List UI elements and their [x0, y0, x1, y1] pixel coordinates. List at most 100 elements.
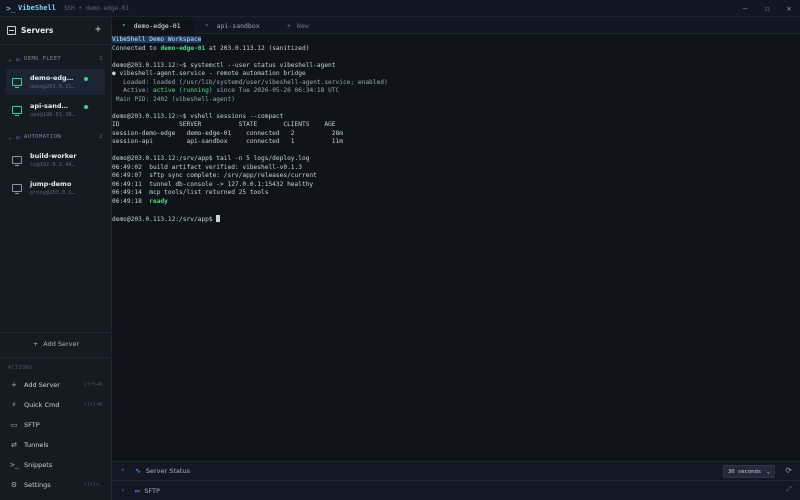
swap-arrows-icon: ⇄ — [11, 441, 17, 449]
server-status-panel[interactable]: ⌃ ∿ Server Status 30 seconds ⌄ ⟳ — [112, 461, 800, 480]
active-prefix: Active: — [112, 87, 153, 94]
panel-title: SFTP — [144, 486, 160, 495]
chevron-up-icon[interactable]: ⌃ — [121, 468, 135, 475]
actions-label: ACTIONS — [8, 365, 33, 371]
action-tunnels[interactable]: ⇄ Tunnels — [0, 435, 112, 455]
terminal-line: Main PID: 2402 (vibeshell-agent) — [112, 95, 235, 103]
new-tab-button[interactable]: + New — [277, 17, 337, 34]
action-quick-cmd[interactable]: ⚡ Quick Cmd Ctrl+K — [0, 395, 112, 415]
online-status-dot — [84, 77, 88, 81]
refresh-icon[interactable]: ⟳ — [785, 466, 792, 475]
terminal-line: demo@203.0.113.12:~$ vshell sessions --c… — [112, 112, 284, 120]
terminal-line: demo@203.0.113.12:/srv/app$ tail -n 5 lo… — [112, 155, 310, 162]
add-server-plus-icon[interactable]: + — [95, 24, 101, 35]
shortcut-hint: Ctrl+K — [83, 402, 102, 408]
terminal-line: demo@203.0.113.12:~$ systemctl --user st… — [112, 61, 336, 69]
action-label: Settings — [24, 481, 51, 489]
group-name: DEMO FLEET — [24, 56, 62, 62]
plus-icon: + — [11, 381, 17, 389]
chevron-right-icon[interactable]: › — [121, 487, 135, 494]
plus-icon: + — [32, 339, 39, 348]
refresh-interval-select[interactable]: 30 seconds ⌄ — [723, 465, 775, 478]
action-label: Tunnels — [24, 441, 49, 449]
sidebar-title: Servers — [21, 26, 54, 35]
server-name: jump-demo — [30, 180, 72, 188]
terminal-line: 06:49:14 mcp tools/list returned 25 tool… — [112, 189, 269, 196]
tab-label: New — [296, 21, 309, 30]
group-count: 2 — [99, 56, 103, 62]
action-label: Quick Cmd — [24, 401, 60, 409]
minimize-icon[interactable]: — — [734, 0, 756, 17]
chevron-down-icon: ⌄ — [8, 133, 13, 141]
plus-icon: + — [287, 21, 291, 30]
active-state: active (running) — [152, 87, 213, 94]
monitor-icon — [12, 184, 22, 194]
log-time: 06:49:18 — [112, 197, 150, 205]
action-label: Add Server — [24, 381, 60, 389]
sftp-panel[interactable]: › ▭ SFTP ⤢ — [112, 480, 800, 500]
expand-icon[interactable]: ⤢ — [786, 485, 792, 494]
group-automation[interactable]: ⌄ ▭ AUTOMATION 2 — [0, 129, 111, 145]
action-settings[interactable]: ⚙ Settings Ctrl+, — [0, 475, 112, 495]
server-item-jump-demo[interactable]: jump-demo proxy@203.0.1… — [6, 175, 105, 201]
terminal-line: 06:49:11 tunnel db-console -> 127.0.0.1:… — [112, 180, 314, 188]
server-item-build-worker[interactable]: build-worker ci@192.0.2.44… — [6, 147, 105, 173]
prompt: demo@203.0.113.12:/srv/app$ — [112, 215, 217, 223]
terminal-line: ● vibeshell-agent.service - remote autom… — [112, 70, 306, 77]
shortcut-hint: Ctrl+, — [83, 482, 102, 488]
window-controls: — ☐ ✕ — [734, 0, 800, 17]
action-label: SFTP — [24, 421, 40, 429]
app-name: VibeShell — [18, 4, 56, 12]
server-name: demo-edg… — [30, 74, 74, 82]
terminal-line: session-demo-edge demo-edge-01 connected… — [112, 129, 343, 137]
action-snippets[interactable]: >_ Snippets — [0, 455, 112, 475]
interval-value: 30 seconds — [728, 468, 762, 475]
add-server-button[interactable]: + Add Server — [0, 332, 112, 354]
terminal-line: Loaded: loaded (/usr/lib/systemd/user/vi… — [112, 78, 388, 86]
server-name: api-sand… — [30, 102, 69, 110]
actions-section: ACTIONS + Add Server Ctrl+N ⚡ Quick Cmd … — [0, 357, 112, 495]
terminal-line: 06:49:07 sftp sync complete: /srv/app/re… — [112, 172, 317, 179]
action-add-server[interactable]: + Add Server Ctrl+N — [0, 375, 112, 395]
terminal-output[interactable]: VibeShell Demo Workspace Connected to de… — [112, 34, 800, 461]
terminal-line: Active: active (running) since Tue 2026-… — [112, 87, 800, 96]
terminal-icon: >_ — [9, 461, 19, 469]
terminal-line: demo@203.0.113.12:/srv/app$ — [112, 214, 800, 224]
add-server-label: Add Server — [43, 339, 80, 348]
server-host: ops@198.51.10… — [30, 112, 75, 118]
folder-icon: ▭ — [135, 486, 140, 495]
server-item-api-sandbox[interactable]: api-sand… ops@198.51.10… — [6, 97, 105, 123]
tab-api-sandbox[interactable]: ▾ api-sandbox — [195, 17, 277, 34]
chevron-down-icon: ▾ — [122, 22, 126, 29]
terminal-line: session-api api-sandbox connected 1 11m — [112, 138, 343, 145]
server-host: proxy@203.0.1… — [30, 190, 75, 196]
server-host: demo@203.0.11… — [30, 84, 75, 90]
log-ready: ready — [149, 197, 168, 205]
window-subtitle: SSH • demo-edge-01 — [63, 4, 129, 12]
group-demo-fleet[interactable]: ⌄ ▭ DEMO FLEET 2 — [0, 51, 111, 67]
server-stack-icon — [7, 26, 16, 35]
monitor-icon — [12, 78, 22, 88]
tab-bar: ▾ demo-edge-01 ▾ api-sandbox + New — [112, 17, 800, 35]
server-item-demo-edge[interactable]: demo-edg… demo@203.0.11… — [6, 69, 105, 95]
chevron-down-icon: ⌄ — [8, 55, 13, 63]
action-sftp[interactable]: ▭ SFTP — [0, 415, 112, 435]
chevron-down-icon: ⌄ — [766, 468, 770, 475]
tab-label: api-sandbox — [216, 21, 260, 30]
pulse-icon: ∿ — [135, 467, 141, 475]
connected-suffix: at 203.0.113.12 (sanitized) — [205, 44, 310, 52]
sidebar: Servers + ⌄ ▭ DEMO FLEET 2 demo-edg… dem… — [0, 17, 112, 500]
tab-demo-edge-01[interactable]: ▾ demo-edge-01 — [112, 17, 195, 35]
sidebar-header: Servers + — [0, 17, 111, 45]
tab-label: demo-edge-01 — [133, 21, 181, 30]
active-suffix: since Tue 2026-05-26 06:34:18 UTC — [212, 87, 340, 94]
maximize-icon[interactable]: ☐ — [756, 0, 778, 17]
server-host: ci@192.0.2.44… — [30, 162, 75, 168]
action-label: Snippets — [24, 461, 53, 469]
close-icon[interactable]: ✕ — [778, 0, 800, 17]
folder-icon: ▭ — [10, 421, 18, 429]
terminal-line: 06:49:18 ready — [112, 198, 800, 207]
